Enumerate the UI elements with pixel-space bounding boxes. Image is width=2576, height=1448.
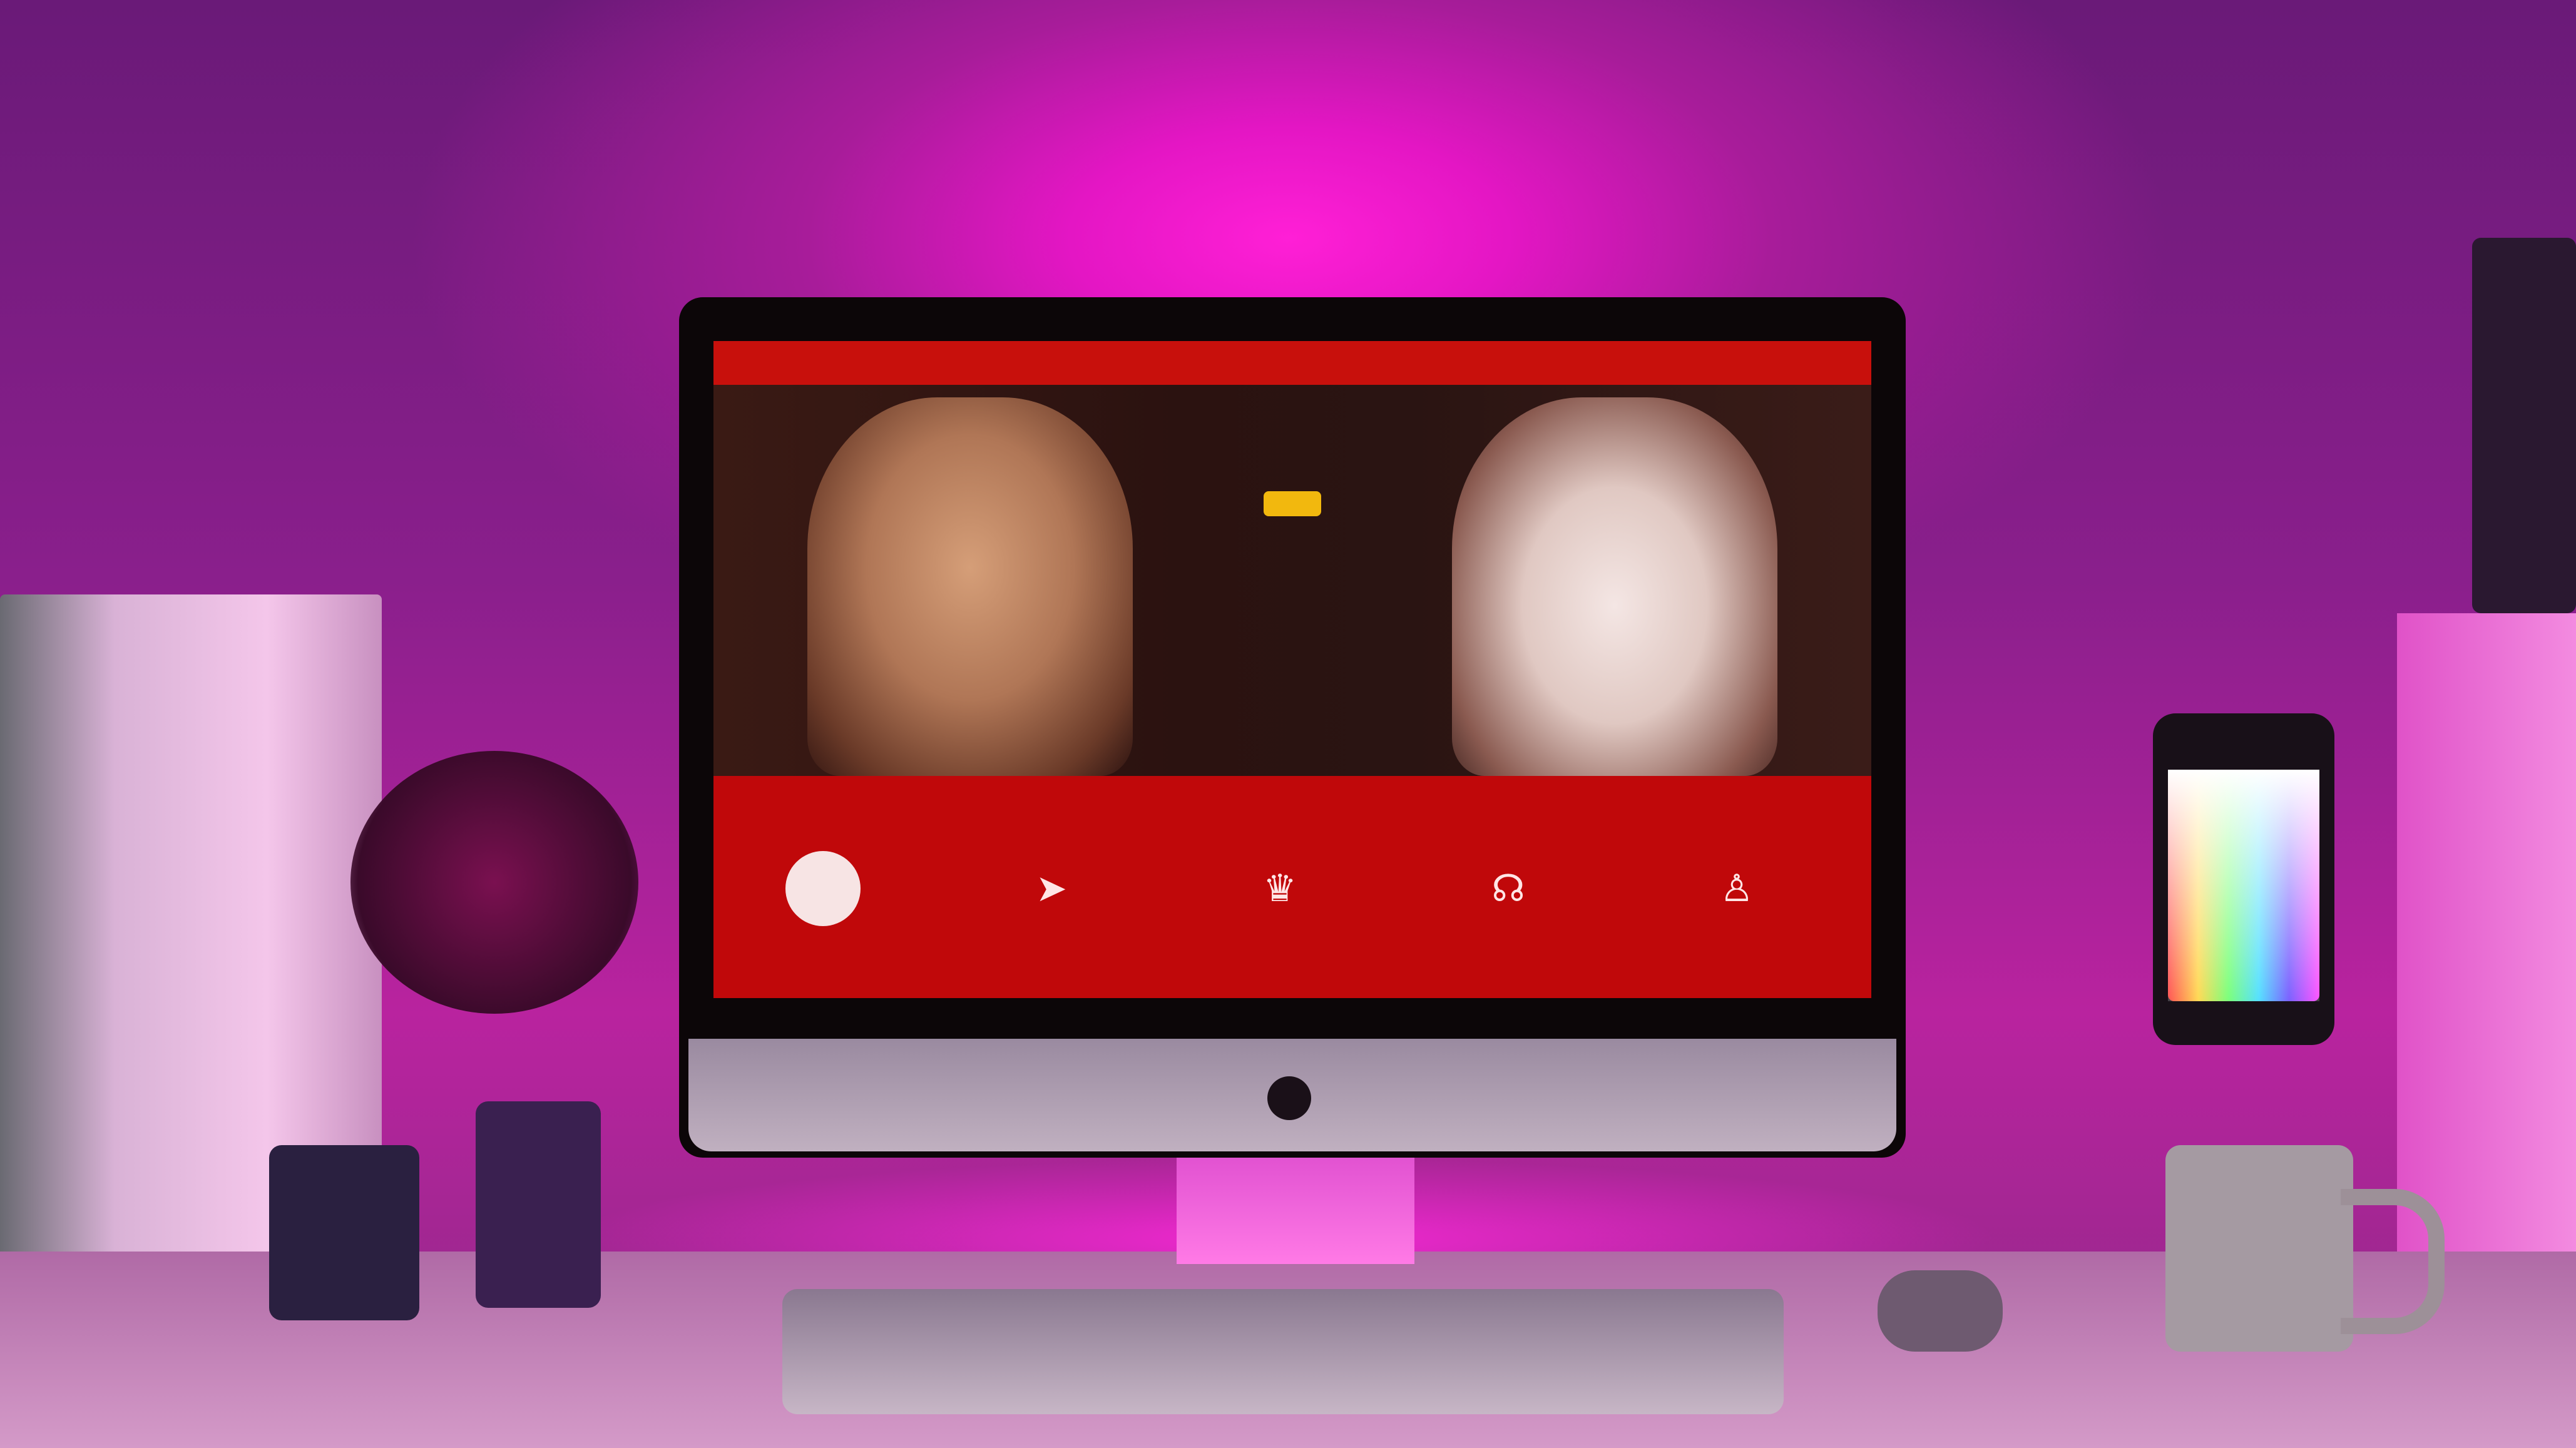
speaker xyxy=(2472,238,2576,613)
feature-item xyxy=(729,851,917,951)
shop-now-button[interactable] xyxy=(1264,491,1321,516)
feature-item: ☊ xyxy=(1414,851,1602,951)
monitor-screen: ➤ ♛ ☊ ♙ xyxy=(713,341,1871,998)
monitor-stand xyxy=(1177,1151,1414,1264)
candle-jar xyxy=(269,1145,419,1320)
feature-item: ♛ xyxy=(1186,851,1374,951)
send-icon: ➤ xyxy=(1035,867,1068,909)
hero-image-man xyxy=(807,397,1133,776)
phone-screen xyxy=(2168,770,2319,1001)
hero-text-block xyxy=(1064,460,1521,516)
crown-icon: ♛ xyxy=(1263,867,1297,909)
feature-item: ♙ xyxy=(1643,851,1831,951)
features-band: ➤ ♛ ☊ ♙ xyxy=(713,776,1871,998)
smartphone xyxy=(2153,713,2334,1045)
person-icon: ♙ xyxy=(1720,867,1754,909)
glass-jar xyxy=(476,1101,601,1308)
mug xyxy=(2165,1145,2353,1352)
keyboard xyxy=(782,1289,1784,1414)
hero-banner xyxy=(713,385,1871,776)
site-top-bar xyxy=(713,341,1871,385)
mouse xyxy=(1878,1270,2003,1352)
apple-logo-icon xyxy=(1267,1076,1311,1120)
mug-handle xyxy=(2341,1189,2445,1334)
circle-icon xyxy=(785,851,861,926)
headset-icon: ☊ xyxy=(1491,867,1525,909)
plant xyxy=(350,751,638,1014)
feature-item: ➤ xyxy=(958,851,1145,951)
hero-image-woman xyxy=(1452,397,1777,776)
